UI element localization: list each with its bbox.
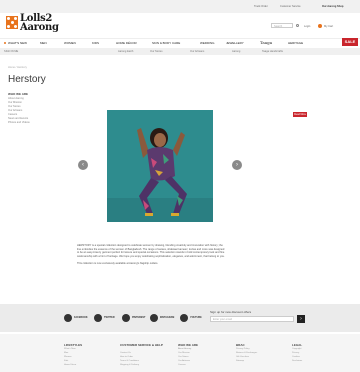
login-link[interactable]: Login: [304, 25, 310, 28]
footer-link[interactable]: Gift Vouchers: [236, 356, 249, 358]
chevron-right-icon: ›: [236, 162, 238, 168]
footer-link[interactable]: Privacy: [292, 352, 299, 354]
instagram-link[interactable]: INSTAGRAM: [160, 316, 174, 319]
footer-link[interactable]: Copyright: [292, 348, 301, 350]
youtube-link[interactable]: YOUTUBE: [190, 316, 202, 319]
article-paragraph: HERSTORY is a special collection designe…: [77, 244, 225, 258]
footer-link[interactable]: Cookies: [292, 356, 300, 358]
footer-link[interactable]: Privacy Policy: [236, 348, 250, 350]
twitter-link[interactable]: TWITTER: [104, 316, 115, 319]
footer-link[interactable]: Careers: [178, 364, 186, 366]
sidebar-link[interactable]: News and Events: [8, 117, 28, 120]
sidebar-link[interactable]: About Aarong: [8, 97, 24, 100]
page-title: Herstory: [8, 74, 46, 85]
sidebar-link[interactable]: Our Artisans: [8, 109, 22, 112]
track-order-link[interactable]: Track Order: [254, 5, 268, 8]
nav-wedding[interactable]: WEDDING: [200, 41, 215, 45]
cart-icon[interactable]: [318, 24, 322, 28]
footer-col-heading: WHO WE ARE: [178, 343, 199, 347]
nav-kids[interactable]: KIDS: [92, 41, 99, 45]
sidebar-link[interactable]: Our Mission: [8, 101, 22, 104]
nav-home-decor[interactable]: HOME DÉCOR: [116, 41, 137, 45]
footer-col-heading: LEGAL: [292, 343, 303, 347]
facebook-link[interactable]: FACEBOOK: [74, 316, 88, 319]
next-slide-button[interactable]: ›: [232, 160, 242, 170]
subnav-item[interactable]: Taaga Handicrafts: [262, 50, 283, 53]
breadcrumb[interactable]: Home / Herstory: [8, 66, 27, 69]
footer-link[interactable]: Sitemap: [236, 360, 244, 362]
brand-logo-icon[interactable]: [6, 16, 18, 29]
footer-link[interactable]: Kids: [64, 360, 68, 362]
sidebar-link[interactable]: Careers: [8, 113, 17, 116]
nav-skin-body-care[interactable]: SKIN & BODY CARE: [152, 41, 180, 45]
twitter-icon[interactable]: [94, 314, 102, 322]
cart-link[interactable]: My Cart: [324, 25, 333, 28]
youtube-icon[interactable]: [180, 314, 188, 322]
nav-men[interactable]: MEN: [40, 41, 47, 45]
search-icon[interactable]: [296, 24, 299, 27]
footer-col-heading: CUSTOMER SERVICE & HELP: [120, 343, 163, 347]
shop-link[interactable]: Our Aarong Shop: [322, 5, 344, 8]
footer-link[interactable]: Contact Us: [120, 352, 131, 354]
newsletter-submit-button[interactable]: ›: [297, 315, 305, 323]
nav-women[interactable]: WOMEN: [64, 41, 76, 45]
sidebar-link[interactable]: Our Stores: [8, 105, 21, 108]
subnav-item[interactable]: Our Artisans: [190, 50, 204, 53]
prev-slide-button[interactable]: ‹: [78, 160, 88, 170]
sale-button[interactable]: SALE: [342, 38, 358, 46]
nav-jewellery[interactable]: JEWELLERY: [226, 41, 244, 45]
footer-link[interactable]: Women: [64, 356, 72, 358]
footer-link[interactable]: Our Mission: [178, 352, 190, 354]
footer-link[interactable]: Home Décor: [64, 364, 76, 366]
footer-link[interactable]: Men: [64, 352, 68, 354]
nav-whats-new[interactable]: WHAT'S NEW: [4, 41, 27, 45]
footer-link[interactable]: Terms & Conditions: [120, 360, 139, 362]
search-input[interactable]: Search: [271, 23, 293, 28]
article-body: HERSTORY is a special collection designe…: [77, 244, 227, 266]
nav-heritage[interactable]: HERITAGE: [288, 41, 303, 45]
hero-image: [107, 110, 213, 222]
footer-col-heading: LIFESTYLES: [64, 343, 83, 347]
subnav-item[interactable]: Our Stores: [150, 50, 163, 53]
pinterest-link[interactable]: PINTEREST: [132, 316, 145, 319]
main-nav: WHAT'S NEW MEN WOMEN KIDS HOME DÉCOR SKI…: [0, 38, 360, 47]
chevron-left-icon: ‹: [82, 162, 84, 168]
subnav-item[interactable]: Aarong Earth: [118, 50, 133, 53]
footer-col-heading: BRAC: [236, 343, 245, 347]
sub-nav: SIGN IN ME Aarong Earth Our Stores Our A…: [0, 48, 360, 55]
facebook-icon[interactable]: [64, 314, 72, 322]
subnav-item[interactable]: Aarong: [232, 50, 240, 53]
newsletter-email-input[interactable]: Enter your email: [210, 316, 294, 322]
footer-link[interactable]: Returns & Exchanges: [236, 352, 257, 354]
pinterest-icon[interactable]: [122, 314, 130, 322]
nav-taaga[interactable]: Taaga: [260, 40, 272, 45]
footer-link[interactable]: What's New: [64, 348, 76, 350]
sidebar-heading: WHO WE ARE: [8, 92, 29, 96]
footer-link[interactable]: Our Artisans: [178, 360, 190, 362]
subnav-signin[interactable]: SIGN IN ME: [4, 50, 18, 53]
instagram-icon[interactable]: [150, 314, 158, 322]
utility-bar: Track Order Customer Service Our Aarong …: [0, 0, 360, 13]
footer-link[interactable]: Our Stores: [178, 356, 189, 358]
footer-link[interactable]: Disclaimer: [292, 360, 302, 362]
article-paragraph: This collection is now exclusively avail…: [77, 262, 159, 266]
customer-service-link[interactable]: Customer Service: [280, 5, 301, 8]
footer-link[interactable]: Shipping & Delivery: [120, 364, 139, 366]
newsletter-heading: Sign up for new discount offers: [210, 310, 252, 314]
brand-wordmark[interactable]: Lolls2 Aarong: [20, 14, 59, 33]
read-more-button[interactable]: Read More: [293, 112, 307, 117]
sidebar-link[interactable]: Photos and Videos: [8, 121, 30, 124]
footer-link[interactable]: How to Order: [120, 356, 133, 358]
model-illustration: [107, 110, 213, 222]
footer-link[interactable]: About Aarong: [178, 348, 191, 350]
